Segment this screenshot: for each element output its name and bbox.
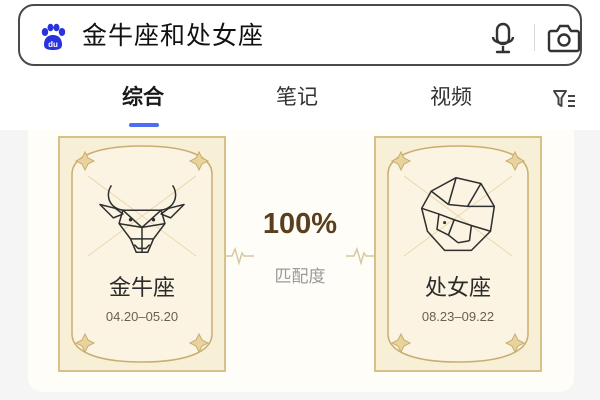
tab-notes[interactable]: 笔记 <box>276 82 318 112</box>
sign-card-virgo[interactable]: 处女座 08.23–09.22 <box>374 136 542 372</box>
filter-icon[interactable] <box>552 88 576 110</box>
baidu-paw-icon[interactable]: du <box>38 23 68 51</box>
sign-dates-taurus: 04.20–05.20 <box>105 309 179 324</box>
tab-videos[interactable]: 视频 <box>430 82 472 112</box>
microphone-icon[interactable] <box>486 21 520 55</box>
tab-bar: 综合 笔记 视频 <box>0 82 600 130</box>
search-input[interactable]: 金牛座和处女座 <box>82 19 264 53</box>
divider <box>534 24 535 51</box>
pulse-line-right <box>346 246 376 266</box>
virgo-maiden-icon <box>420 176 496 252</box>
svg-text:du: du <box>48 40 58 49</box>
tab-comprehensive[interactable]: 综合 <box>122 82 164 112</box>
sign-name-virgo: 处女座 <box>424 276 491 301</box>
active-tab-indicator <box>129 123 159 127</box>
taurus-bull-icon <box>99 184 185 254</box>
search-bar[interactable]: du 金牛座和处女座 <box>18 4 582 66</box>
sign-card-taurus[interactable]: 金牛座 04.20–05.20 <box>58 136 226 372</box>
camera-icon[interactable] <box>546 22 582 54</box>
sign-name-taurus: 金牛座 <box>108 276 175 301</box>
match-percentage: 100% <box>262 208 338 240</box>
sign-dates-virgo: 08.23–09.22 <box>421 309 495 324</box>
match-label: 匹配度 <box>274 267 326 287</box>
